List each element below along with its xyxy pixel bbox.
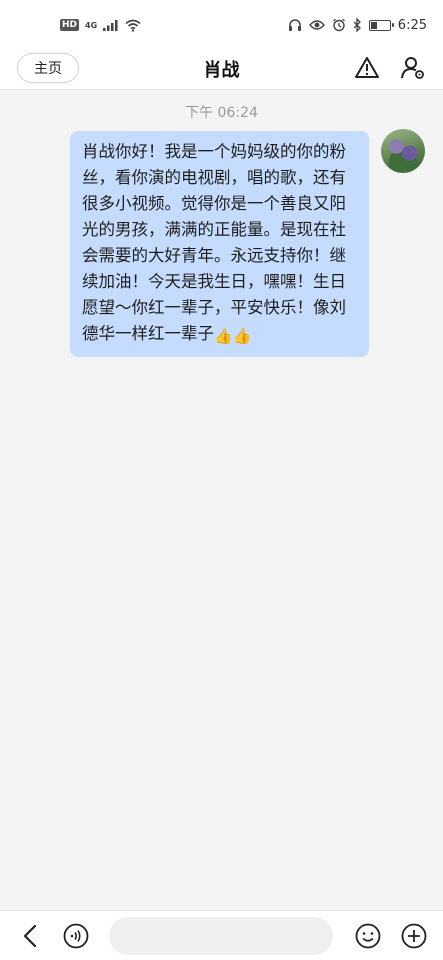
- network-type: 4G: [85, 20, 98, 30]
- avatar[interactable]: [381, 129, 425, 173]
- plus-icon[interactable]: [400, 922, 428, 950]
- message-bubble[interactable]: 肖战你好！我是一个妈妈级的你的粉丝，看你演的电视剧，唱的歌，还有很多小视频。觉得…: [70, 131, 369, 357]
- battery-fill: [370, 21, 377, 29]
- message-input[interactable]: [109, 917, 333, 955]
- profile-settings-icon[interactable]: [400, 55, 426, 81]
- status-time: 6:25: [397, 17, 427, 33]
- eye-icon: [308, 20, 325, 30]
- voice-icon[interactable]: [62, 922, 90, 950]
- status-bar: HD 4G 6:25: [0, 0, 443, 50]
- headset-icon: [288, 19, 301, 31]
- emoji-icon[interactable]: [354, 922, 382, 950]
- message-timestamp: 下午 06:24: [185, 105, 258, 121]
- alarm-icon: [332, 18, 345, 32]
- bottom-bar: [0, 910, 443, 960]
- home-button[interactable]: 主页: [17, 53, 79, 83]
- status-left: HD 4G: [60, 19, 141, 32]
- warning-icon[interactable]: [354, 55, 380, 81]
- thumbs-up-emoji: 👍👍: [214, 327, 252, 345]
- hd-icon: HD: [60, 19, 80, 31]
- status-right: 6:25: [288, 18, 427, 33]
- back-icon[interactable]: [17, 922, 45, 950]
- battery-icon: [368, 19, 394, 31]
- wifi-icon: [125, 19, 141, 32]
- chat-area[interactable]: 下午 06:24 肖战你好！我是一个妈妈级的你的粉丝，看你演的电视剧，唱的歌，还…: [0, 91, 443, 911]
- message-text: 肖战你好！我是一个妈妈级的你的粉丝，看你演的电视剧，唱的歌，还有很多小视频。觉得…: [82, 142, 346, 343]
- signal-icon: [103, 20, 118, 31]
- nav-bar: 主页 肖战: [0, 50, 443, 90]
- bluetooth-icon: [353, 18, 361, 32]
